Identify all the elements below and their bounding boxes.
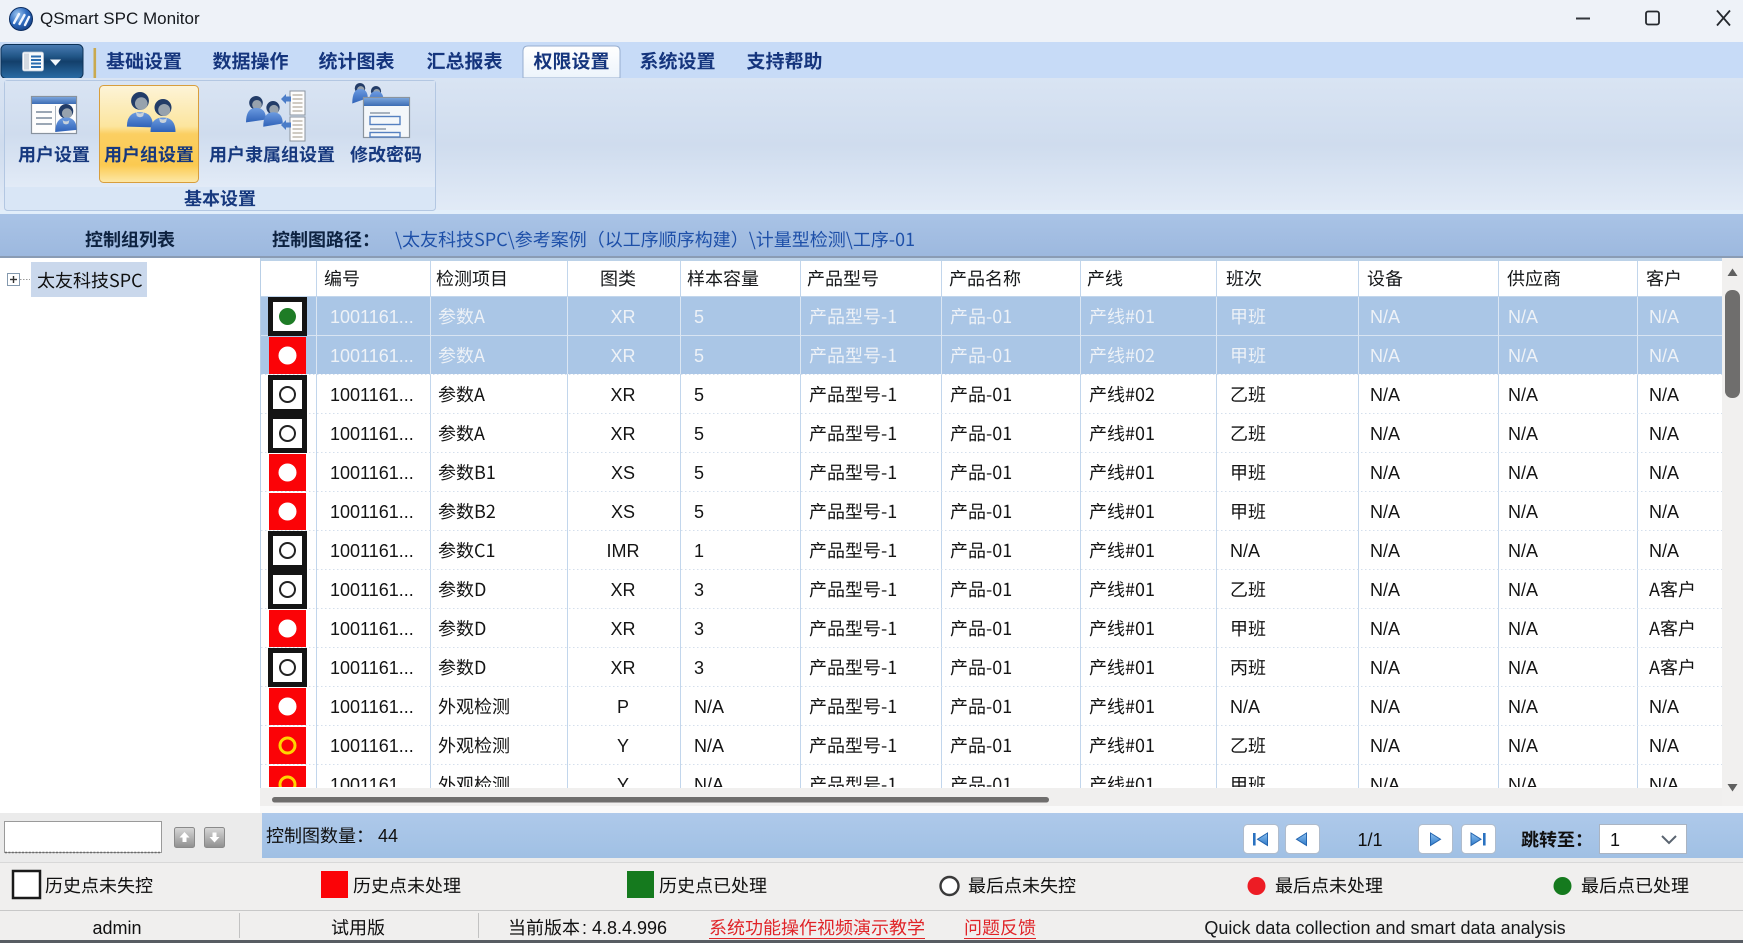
svg-text:N/A: N/A — [1508, 385, 1538, 405]
svg-text:XR: XR — [610, 658, 635, 678]
svg-text:N/A: N/A — [1508, 736, 1538, 756]
svg-text:XR: XR — [610, 424, 635, 444]
svg-text:XR: XR — [610, 346, 635, 366]
svg-text:N/A: N/A — [1370, 424, 1400, 444]
svg-text:1001161...: 1001161... — [330, 736, 414, 756]
svg-text:1001161...: 1001161... — [330, 658, 414, 678]
svg-text:N/A: N/A — [1649, 307, 1679, 327]
svg-text:1/1: 1/1 — [1357, 830, 1382, 850]
svg-text:N/A: N/A — [1649, 463, 1679, 483]
svg-text:N/A: N/A — [1370, 463, 1400, 483]
svg-text:1001161...: 1001161... — [330, 385, 414, 405]
svg-text:N/A: N/A — [1649, 424, 1679, 444]
svg-text:N/A: N/A — [1370, 697, 1400, 717]
svg-text:N/A: N/A — [1508, 502, 1538, 522]
svg-text:N/A: N/A — [1370, 346, 1400, 366]
svg-text:1001161...: 1001161... — [330, 307, 414, 327]
svg-text:5: 5 — [694, 463, 704, 483]
svg-text:N/A: N/A — [1230, 541, 1260, 561]
svg-text:Y: Y — [617, 736, 629, 756]
svg-text:5: 5 — [694, 502, 704, 522]
svg-text:P: P — [617, 697, 629, 717]
svg-text:N/A: N/A — [1370, 658, 1400, 678]
svg-text:3: 3 — [694, 658, 704, 678]
svg-text:N/A: N/A — [1370, 502, 1400, 522]
svg-text:N/A: N/A — [1649, 541, 1679, 561]
svg-text:N/A: N/A — [1649, 346, 1679, 366]
svg-text:1001161...: 1001161... — [330, 697, 414, 717]
svg-text:1001161...: 1001161... — [330, 346, 414, 366]
svg-text:N/A: N/A — [1370, 541, 1400, 561]
svg-text:N/A: N/A — [694, 697, 724, 717]
svg-text:1001161...: 1001161... — [330, 463, 414, 483]
svg-text:: 4.8.4.996: : 4.8.4.996 — [582, 918, 667, 938]
svg-text:N/A: N/A — [1508, 658, 1538, 678]
svg-text:5: 5 — [694, 385, 704, 405]
svg-text:N/A: N/A — [1370, 580, 1400, 600]
svg-text:N/A: N/A — [1649, 736, 1679, 756]
svg-text:N/A: N/A — [1370, 307, 1400, 327]
svg-text:1001161...: 1001161... — [330, 580, 414, 600]
svg-text:Quick data collection and smar: Quick data collection and smart data ana… — [1204, 918, 1565, 938]
svg-text:N/A: N/A — [1508, 307, 1538, 327]
svg-text:XR: XR — [610, 307, 635, 327]
svg-text:1001161...: 1001161... — [330, 541, 414, 561]
svg-text:1001161...: 1001161... — [330, 424, 414, 444]
svg-text:XS: XS — [611, 502, 635, 522]
svg-text:N/A: N/A — [1370, 736, 1400, 756]
svg-text:N/A: N/A — [1649, 385, 1679, 405]
svg-text:N/A: N/A — [1649, 502, 1679, 522]
svg-text:3: 3 — [694, 580, 704, 600]
svg-text:XR: XR — [610, 580, 635, 600]
svg-text:N/A: N/A — [1230, 697, 1260, 717]
svg-text:XR: XR — [610, 619, 635, 639]
svg-text:5: 5 — [694, 424, 704, 444]
svg-text:N/A: N/A — [694, 736, 724, 756]
svg-text:N/A: N/A — [1370, 385, 1400, 405]
svg-text:N/A: N/A — [1508, 580, 1538, 600]
svg-text:N/A: N/A — [1508, 619, 1538, 639]
svg-text:XS: XS — [611, 463, 635, 483]
svg-text:N/A: N/A — [1649, 697, 1679, 717]
svg-text:N/A: N/A — [1508, 697, 1538, 717]
svg-text:QSmart SPC Monitor: QSmart SPC Monitor — [40, 9, 200, 28]
svg-text:1: 1 — [694, 541, 704, 561]
svg-text:3: 3 — [694, 619, 704, 639]
svg-text:N/A: N/A — [1508, 463, 1538, 483]
svg-text:N/A: N/A — [1508, 346, 1538, 366]
svg-text:N/A: N/A — [1370, 619, 1400, 639]
svg-text:1001161...: 1001161... — [330, 502, 414, 522]
svg-text:N/A: N/A — [1508, 424, 1538, 444]
svg-text:XR: XR — [610, 385, 635, 405]
svg-text:1001161...: 1001161... — [330, 619, 414, 639]
svg-text:1: 1 — [1610, 830, 1620, 850]
svg-text:44: 44 — [378, 826, 398, 846]
svg-text:5: 5 — [694, 346, 704, 366]
svg-text:IMR: IMR — [607, 541, 640, 561]
svg-text:5: 5 — [694, 307, 704, 327]
svg-text:N/A: N/A — [1508, 541, 1538, 561]
svg-text:admin: admin — [92, 918, 141, 938]
